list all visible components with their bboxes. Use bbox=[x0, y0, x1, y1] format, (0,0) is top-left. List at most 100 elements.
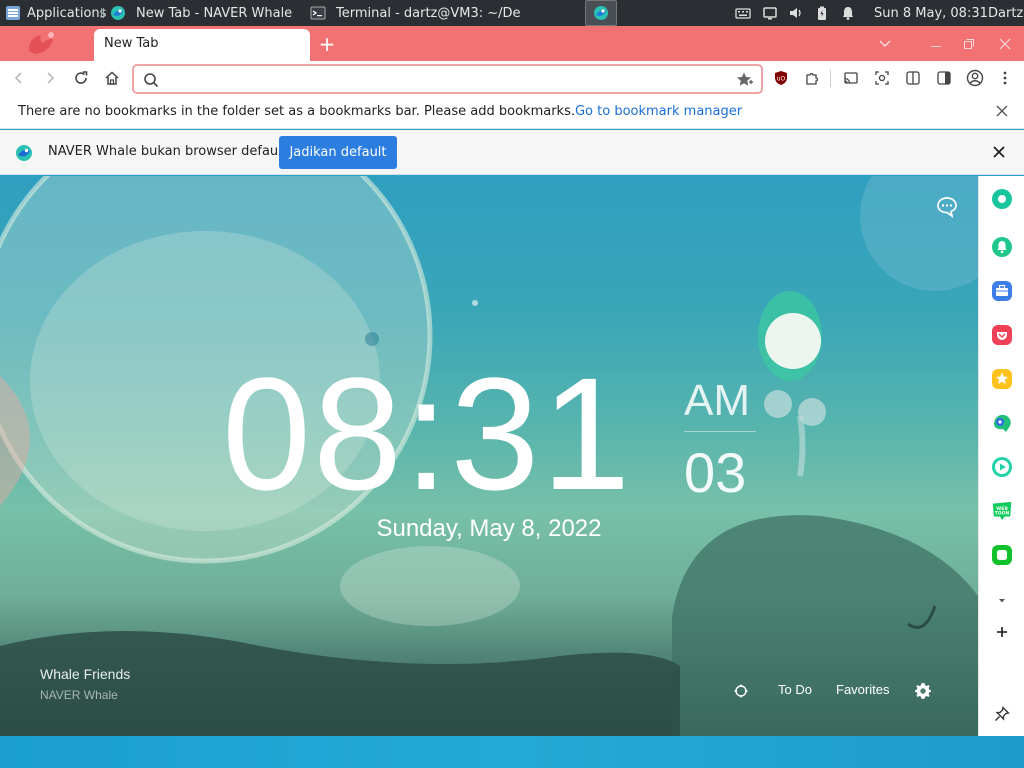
close-infobar-button[interactable] bbox=[993, 146, 1007, 160]
bookmark-manager-link[interactable]: Go to bookmark manager bbox=[575, 104, 742, 119]
back-button[interactable] bbox=[6, 65, 32, 91]
line-icon bbox=[992, 545, 1012, 565]
infobar-message: NAVER Whale bukan browser default bbox=[48, 144, 287, 159]
applications-label: Applications bbox=[27, 5, 107, 21]
capture-icon bbox=[875, 71, 889, 85]
search-icon bbox=[144, 73, 159, 88]
wallpaper-credit-title[interactable]: Whale Friends bbox=[40, 666, 130, 682]
cast-button[interactable] bbox=[838, 65, 864, 91]
system-clock[interactable]: Sun 8 May, 08:31 bbox=[874, 0, 988, 26]
main-menu-button[interactable] bbox=[992, 65, 1018, 91]
whale-menu-button[interactable] bbox=[20, 26, 60, 61]
play-icon bbox=[992, 457, 1012, 477]
bookmarks-empty-message: There are no bookmarks in the folder set… bbox=[18, 104, 742, 119]
taskbar-window-terminal[interactable]: Terminal - dartz@VM3: ~/De... bbox=[310, 0, 520, 26]
sidebar-more-button[interactable] bbox=[991, 594, 1013, 608]
navigation-toolbar: uO bbox=[0, 61, 1024, 96]
sidebar-app-pocket[interactable] bbox=[991, 324, 1013, 346]
bookmarks-bar: There are no bookmarks in the folder set… bbox=[0, 96, 1024, 129]
caret-down-icon bbox=[999, 599, 1005, 603]
default-browser-infobar: NAVER Whale bukan browser default Jadika… bbox=[0, 130, 1024, 175]
monitor-icon bbox=[763, 7, 777, 20]
sidebar-app-whale-space[interactable] bbox=[991, 188, 1013, 210]
svg-text:uO: uO bbox=[777, 76, 786, 83]
tab-title: New Tab bbox=[104, 36, 159, 51]
sidebar-app-webtoon[interactable]: WEB TOON bbox=[991, 500, 1013, 522]
desktop-background bbox=[0, 736, 1024, 768]
close-icon bbox=[993, 146, 1005, 158]
capture-button[interactable] bbox=[869, 65, 895, 91]
wallpaper-credit-subtitle: NAVER Whale bbox=[40, 688, 118, 702]
address-input[interactable] bbox=[168, 69, 728, 89]
taskbar-whale-launcher[interactable] bbox=[585, 0, 617, 26]
sidebar-toggle-button[interactable] bbox=[931, 65, 957, 91]
svg-text:TOON: TOON bbox=[995, 511, 1010, 517]
close-window-button[interactable] bbox=[994, 26, 1016, 61]
home-icon bbox=[105, 71, 119, 85]
sidebar-app-line[interactable] bbox=[991, 544, 1013, 566]
sidebar-app-notifications[interactable] bbox=[991, 236, 1013, 258]
applications-menu[interactable]: Applications bbox=[5, 0, 106, 26]
sidebar-app-work[interactable] bbox=[991, 280, 1013, 302]
whale-space-icon bbox=[992, 189, 1012, 209]
ublock-shield-icon: uO bbox=[775, 71, 787, 85]
feedback-button[interactable] bbox=[936, 196, 958, 222]
close-bookmarks-message-button[interactable] bbox=[996, 105, 1010, 119]
favorites-button[interactable]: Favorites bbox=[836, 682, 889, 697]
new-tab-button[interactable]: + bbox=[316, 26, 338, 61]
display-indicator[interactable] bbox=[762, 0, 778, 26]
ublock-extension-button[interactable]: uO bbox=[768, 65, 794, 91]
briefcase-icon bbox=[992, 281, 1012, 301]
sidebar-app-media[interactable] bbox=[991, 456, 1013, 478]
sidebar-app-papago[interactable] bbox=[991, 412, 1013, 434]
new-tab-page: 08:31 AM 03 Sunday, May 8, 2022 Whale Fr… bbox=[0, 176, 978, 736]
gear-icon bbox=[915, 683, 931, 699]
tab-new-tab[interactable]: New Tab bbox=[94, 29, 310, 61]
extensions-button[interactable] bbox=[799, 65, 825, 91]
puzzle-icon bbox=[806, 72, 819, 85]
sidebar-icon bbox=[937, 71, 951, 85]
sidebar-app-favorites[interactable] bbox=[991, 368, 1013, 390]
minimize-button[interactable] bbox=[925, 26, 947, 61]
toolbar-divider bbox=[830, 70, 831, 87]
chat-bubble-icon bbox=[937, 197, 957, 218]
pocket-icon bbox=[992, 325, 1012, 345]
keyboard-indicator[interactable] bbox=[735, 0, 751, 26]
clock-date: Sunday, May 8, 2022 bbox=[376, 515, 602, 542]
notifications-indicator[interactable] bbox=[840, 0, 856, 26]
focus-mode-button[interactable] bbox=[734, 684, 748, 701]
volume-indicator[interactable] bbox=[788, 0, 804, 26]
tab-list-button[interactable] bbox=[874, 26, 896, 61]
todo-button[interactable]: To Do bbox=[778, 682, 812, 697]
reload-button[interactable] bbox=[68, 65, 94, 91]
battery-indicator[interactable] bbox=[814, 0, 830, 26]
whale-logo-icon bbox=[29, 31, 54, 54]
terminal-icon bbox=[310, 6, 326, 20]
cast-icon bbox=[844, 72, 858, 84]
chevron-down-icon bbox=[879, 39, 891, 47]
maximize-button[interactable] bbox=[958, 26, 980, 61]
forward-button[interactable] bbox=[37, 65, 63, 91]
whale-browser-icon bbox=[111, 6, 125, 20]
split-view-button[interactable] bbox=[900, 65, 926, 91]
taskbar-window-title: New Tab - NAVER Whale bbox=[136, 5, 293, 21]
user-name: Dartz bbox=[988, 5, 1024, 21]
set-default-button[interactable]: Jadikan default bbox=[279, 136, 397, 169]
sidebar-add-app-button[interactable] bbox=[991, 621, 1013, 643]
newtab-settings-button[interactable] bbox=[914, 682, 932, 703]
clock-seconds: 03 bbox=[684, 441, 747, 504]
taskbar-window-whale[interactable]: New Tab - NAVER Whale bbox=[110, 0, 300, 26]
sidebar-pin-button[interactable] bbox=[991, 703, 1013, 725]
profile-icon bbox=[966, 69, 984, 87]
applications-menu-icon bbox=[6, 6, 20, 20]
user-menu[interactable]: Dartz bbox=[988, 0, 1023, 26]
arrow-right-icon bbox=[47, 72, 55, 84]
bell-icon bbox=[843, 7, 853, 20]
bookmark-star-icon[interactable] bbox=[736, 71, 754, 89]
profile-button[interactable] bbox=[962, 65, 988, 91]
notification-icon bbox=[992, 237, 1012, 257]
address-bar[interactable] bbox=[132, 64, 763, 94]
reload-icon bbox=[75, 71, 88, 84]
webtoon-icon: WEBTOON bbox=[992, 501, 1012, 521]
home-button[interactable] bbox=[99, 65, 125, 91]
